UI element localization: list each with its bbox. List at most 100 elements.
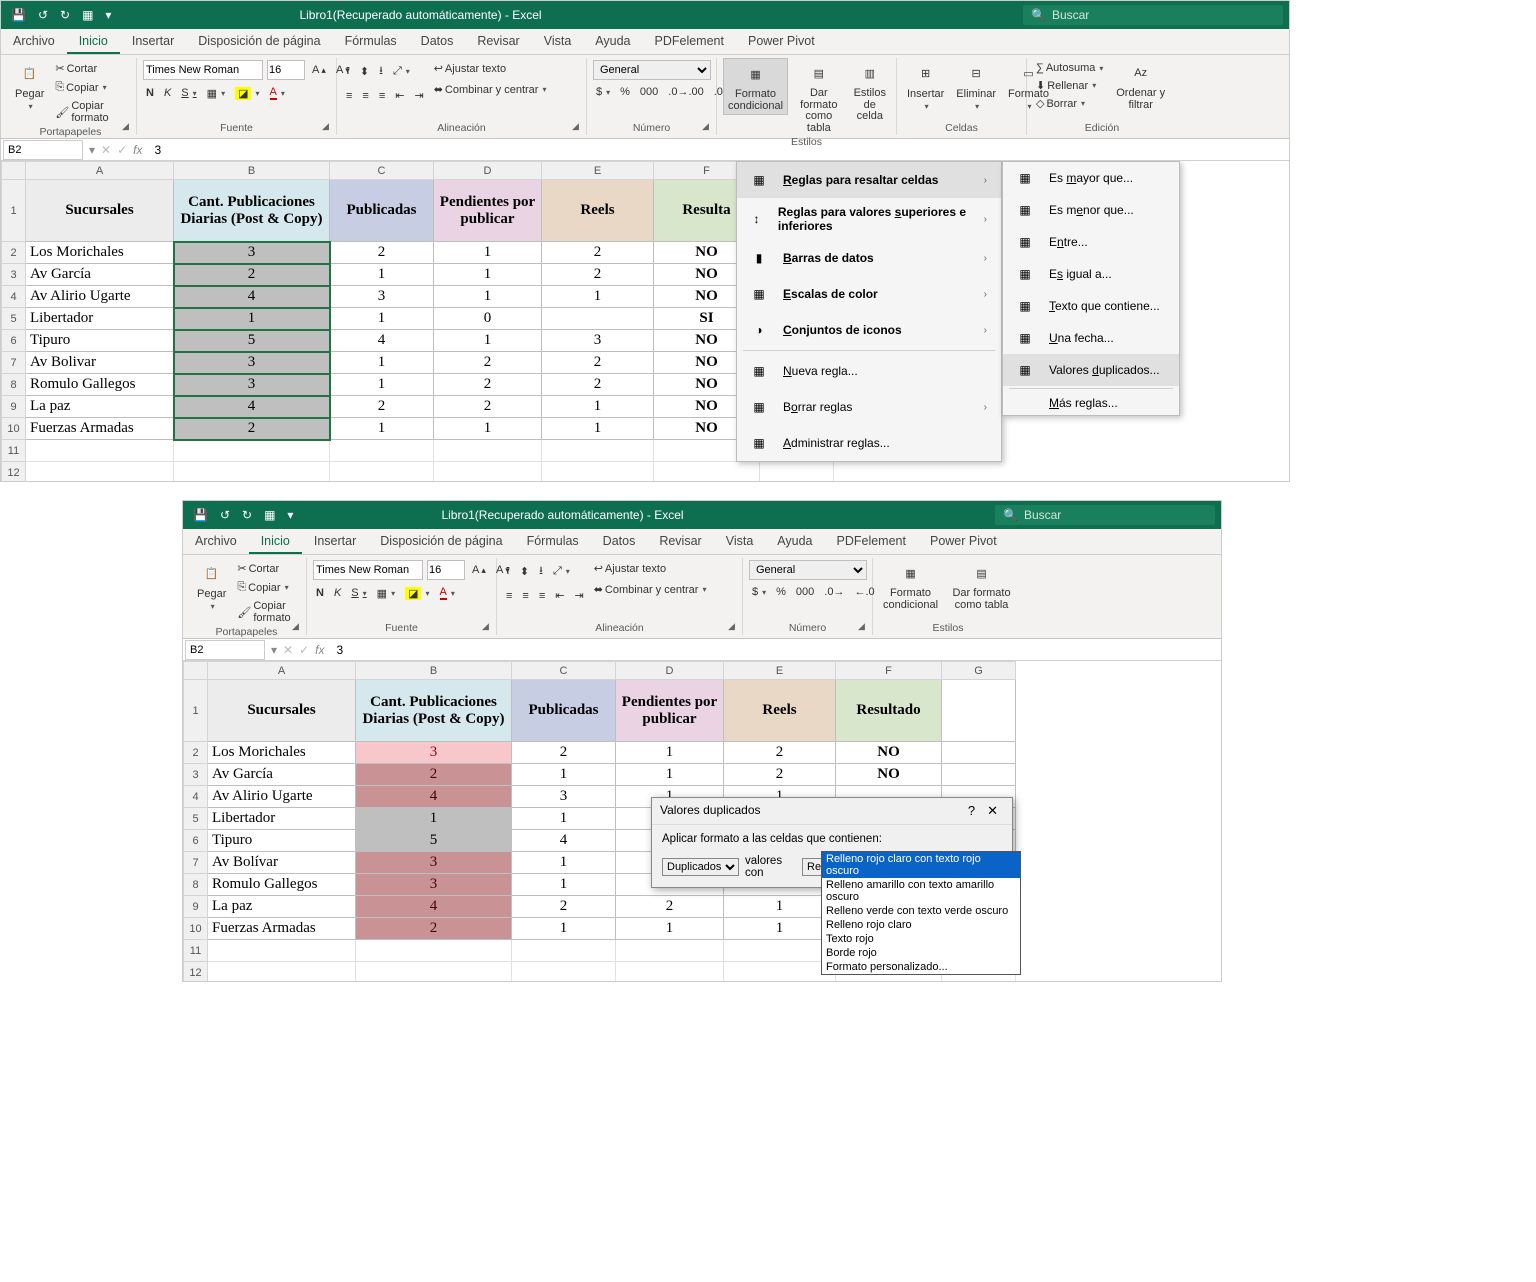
wrap-text-button[interactable]: ↩ Ajustar texto [431,60,550,77]
cell[interactable]: Av Bolivar [26,352,174,374]
cell[interactable]: 4 [356,786,512,808]
cell[interactable]: 3 [356,874,512,896]
cell[interactable]: 1 [330,308,434,330]
cell[interactable]: 1 [330,264,434,286]
tab-archivo[interactable]: Archivo [183,529,249,554]
submenu-between[interactable]: ▦Entre... [1003,226,1179,258]
row-header[interactable]: 12 [184,962,208,982]
column-header[interactable]: E [724,662,836,680]
cell[interactable]: NO [836,764,942,786]
format-as-table-button[interactable]: ▤Dar formato como tabla [946,558,1017,613]
submenu-duplicates[interactable]: ▦Valores duplicados... [1003,354,1179,386]
cell[interactable] [512,940,616,962]
font-size-select[interactable] [427,560,465,580]
cell[interactable] [434,440,542,462]
row-header[interactable]: 9 [184,896,208,918]
format-option[interactable]: Relleno rojo claro [822,918,1020,932]
cell[interactable] [208,940,356,962]
row-header[interactable]: 1 [2,180,26,242]
tab-revisar[interactable]: Revisar [647,529,713,554]
column-header[interactable]: B [174,162,330,180]
cell[interactable] [26,462,174,482]
row-header[interactable]: 12 [2,462,26,482]
conditional-format-button[interactable]: ▦ Formato condicional [723,58,788,115]
tab-disposicion[interactable]: Disposición de página [186,29,332,54]
duplicates-unique-select[interactable]: Duplicados [662,858,739,876]
cell[interactable]: 1 [616,764,724,786]
align-middle-icon[interactable]: ⬍ [357,63,372,80]
dialog-launcher-icon[interactable]: ◢ [702,121,714,133]
undo-icon[interactable]: ↺ [216,506,234,524]
row-header[interactable]: 6 [2,330,26,352]
cell[interactable]: 3 [174,242,330,264]
cell[interactable]: 4 [174,396,330,418]
worksheet-area[interactable]: ABCDEFG1SucursalesCant. Publicaciones Di… [1,161,1289,481]
paste-button[interactable]: 📋 Pegar ▾ [11,58,48,113]
column-header[interactable]: E [542,162,654,180]
cell[interactable] [330,440,434,462]
column-header[interactable]: G [942,662,1016,680]
font-name-select[interactable] [143,60,263,80]
cell[interactable]: 1 [434,286,542,308]
tab-inicio[interactable]: Inicio [67,29,120,54]
tab-ayuda[interactable]: Ayuda [765,529,824,554]
column-header[interactable]: A [26,162,174,180]
cell[interactable] [942,742,1016,764]
row-header[interactable]: 4 [184,786,208,808]
tab-formulas[interactable]: Fórmulas [333,29,409,54]
clear-button[interactable]: ◇ Borrar ▾ [1033,95,1106,112]
align-right-icon[interactable]: ≡ [376,88,388,104]
format-option[interactable]: Relleno rojo claro con texto rojo oscuro [822,852,1020,878]
cell[interactable]: 1 [434,264,542,286]
format-option[interactable]: Relleno amarillo con texto amarillo oscu… [822,878,1020,904]
menu-new-rule[interactable]: ▦Nueva regla... [737,353,1001,389]
format-option[interactable]: Formato personalizado... [822,960,1020,974]
underline-button[interactable]: S ▾ [178,85,199,101]
column-header[interactable]: D [434,162,542,180]
cell[interactable] [208,962,356,982]
cell[interactable]: 1 [542,396,654,418]
cell[interactable] [654,462,760,482]
percent-icon[interactable]: % [617,84,633,100]
increase-font-icon[interactable]: A▴ [469,562,489,578]
redo-icon[interactable]: ↻ [238,506,256,524]
cell[interactable]: 2 [174,418,330,440]
tab-archivo[interactable]: Archivo [1,29,67,54]
cell[interactable]: 1 [330,374,434,396]
merge-center-button[interactable]: ⬌ Combinar y centrar ▾ [431,81,550,98]
enter-icon[interactable]: ✓ [117,143,127,157]
close-icon[interactable]: ✕ [981,803,1004,818]
orientation-icon[interactable]: ⤢▾ [390,63,413,80]
cell[interactable]: 3 [174,352,330,374]
submenu-equal[interactable]: ▦Es igual a... [1003,258,1179,290]
cell[interactable]: 2 [356,764,512,786]
row-header[interactable]: 7 [2,352,26,374]
menu-clear-rules[interactable]: ▦Borrar reglas› [737,389,1001,425]
cell[interactable]: 1 [434,242,542,264]
submenu-date[interactable]: ▦Una fecha... [1003,322,1179,354]
cell[interactable]: Fuerzas Armadas [208,918,356,940]
cell[interactable]: Av García [208,764,356,786]
row-header[interactable]: 9 [2,396,26,418]
cell[interactable]: La paz [208,896,356,918]
conditional-format-button[interactable]: ▦Formato condicional [879,558,942,613]
cell[interactable]: Av Bolívar [208,852,356,874]
qat-dropdown-icon[interactable]: ▾ [283,506,297,524]
cell[interactable]: Fuerzas Armadas [26,418,174,440]
cell[interactable] [174,440,330,462]
number-format-select[interactable]: General [593,60,711,80]
cell[interactable]: 2 [174,264,330,286]
tab-vista[interactable]: Vista [714,529,766,554]
increase-decimal-icon[interactable]: .0→.00 [665,84,706,100]
submenu-greater[interactable]: ▦Es mayor que... [1003,162,1179,194]
cell[interactable]: 1 [330,418,434,440]
row-header[interactable]: 8 [184,874,208,896]
increase-font-icon[interactable]: A▴ [309,62,329,78]
cell-styles-button[interactable]: ▥ Estilos de celda [850,58,890,125]
row-header[interactable]: 6 [184,830,208,852]
cell[interactable]: 1 [616,742,724,764]
column-header[interactable]: A [208,662,356,680]
increase-indent-icon[interactable]: ⇥ [411,87,426,104]
submenu-more-rules[interactable]: Más reglas... [1003,391,1179,415]
insert-cells-button[interactable]: ⊞Insertar▾ [903,58,948,113]
